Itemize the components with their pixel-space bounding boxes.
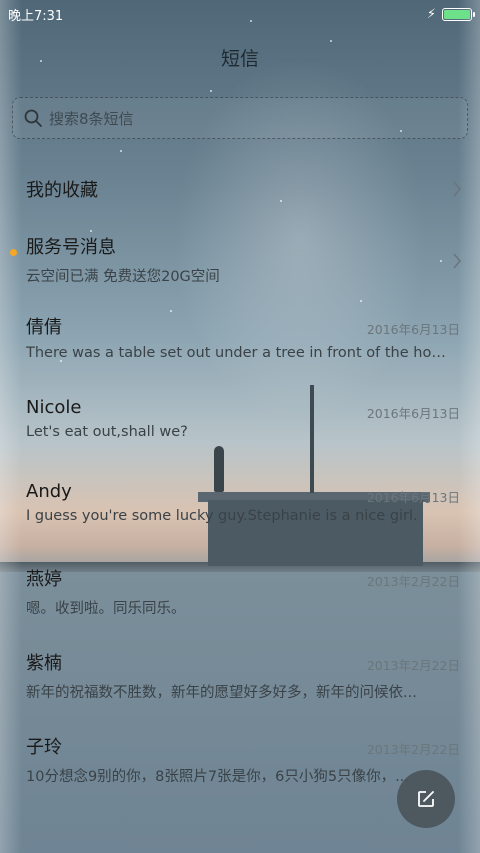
unread-dot <box>10 249 17 256</box>
message-preview: I guess you're some lucky guy.Stephanie … <box>26 508 418 524</box>
charging-bolt-icon: ⚡ <box>426 6 436 22</box>
compose-button[interactable] <box>397 770 455 828</box>
message-preview: 10分想念9别的你，8张照片7张是你，6只小狗5只像你，... <box>26 769 409 785</box>
message-date: 2013年2月22日 <box>366 574 460 589</box>
favorites-label: 我的收藏 <box>26 180 98 201</box>
compose-icon <box>418 791 434 807</box>
service-preview: 云空间已满 免费送您20G空间 <box>26 269 220 285</box>
message-date: 2016年6月13日 <box>366 490 460 505</box>
conversation-list: 我的收藏 服务号消息 云空间已满 免费送您20G空间 倩倩 There was … <box>0 159 480 807</box>
search-placeholder: 搜索8条短信 <box>49 109 134 128</box>
conversation-row[interactable]: Nicole Let's eat out,shall we? 2016年6月13… <box>0 387 480 471</box>
messages-screen: 晚上7:31 ⚡ 短信 搜索8条短信 我的收藏 服务号消息 云空间已满 免费送您… <box>0 0 480 853</box>
conversation-row[interactable]: Andy I guess you're some lucky guy.Steph… <box>0 471 480 555</box>
message-date: 2013年2月22日 <box>366 742 460 757</box>
status-time: 晚上7:31 <box>8 8 64 24</box>
service-messages-row[interactable]: 服务号消息 云空间已满 免费送您20G空间 <box>0 219 480 303</box>
message-date: 2013年2月22日 <box>366 658 460 673</box>
service-name: 服务号消息 <box>26 237 116 258</box>
message-preview: Let's eat out,shall we? <box>26 424 188 440</box>
battery-icon <box>442 7 475 21</box>
status-bar: 晚上7:31 ⚡ <box>0 0 480 28</box>
message-date: 2016年6月13日 <box>366 322 460 337</box>
conversation-row[interactable]: 紫楠 新年的祝福数不胜数，新年的愿望好多好多，新年的问候依... 2013年2月… <box>0 639 480 723</box>
message-preview: 嗯。收到啦。同乐同乐。 <box>26 601 186 617</box>
message-preview: There was a table set out under a tree i… <box>26 345 448 361</box>
conversation-row[interactable]: 倩倩 There was a table set out under a tre… <box>0 303 480 387</box>
message-date: 2016年6月13日 <box>366 406 460 421</box>
message-preview: 新年的祝福数不胜数，新年的愿望好多好多，新年的问候依... <box>26 685 417 701</box>
chevron-right-icon <box>453 253 462 269</box>
conversation-row[interactable]: 燕婷 嗯。收到啦。同乐同乐。 2013年2月22日 <box>0 555 480 639</box>
status-icons: ⚡ <box>426 6 475 22</box>
search-input[interactable]: 搜索8条短信 <box>12 97 468 139</box>
chevron-right-icon <box>453 181 462 197</box>
favorites-row[interactable]: 我的收藏 <box>0 159 480 219</box>
page-title: 短信 <box>220 48 259 70</box>
search-icon <box>24 109 42 127</box>
